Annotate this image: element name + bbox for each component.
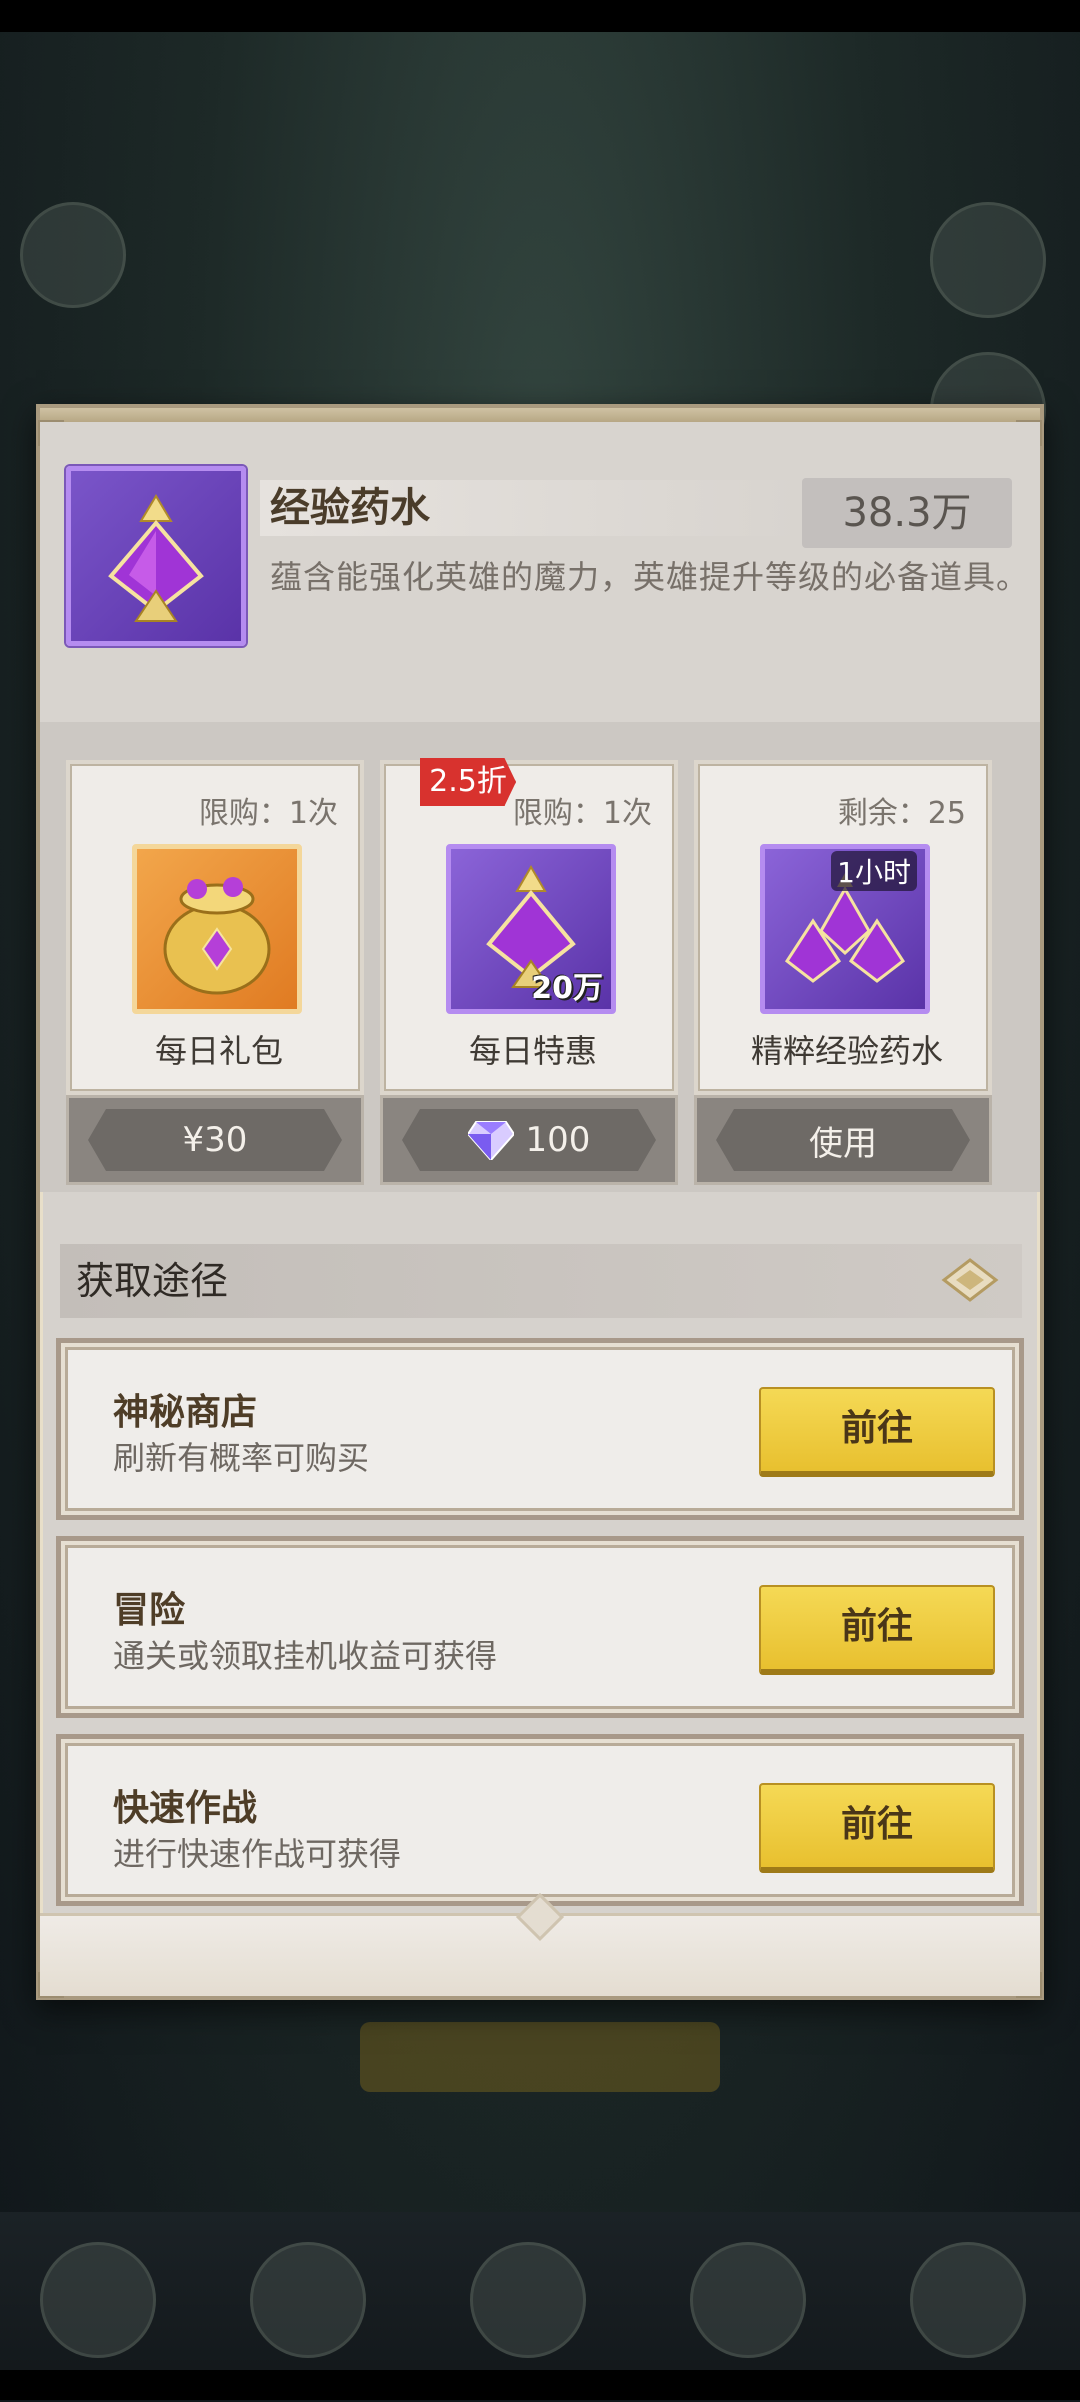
gold-bag-icon (132, 844, 302, 1014)
go-button[interactable]: 前往 (759, 1585, 995, 1675)
go-button[interactable]: 前往 (759, 1783, 995, 1873)
bg-gold-button (360, 2022, 720, 2092)
item-detail-dialog: 经验药水 38.3万 蕴含能强化英雄的魔力，英雄提升等级的必备道具。 限购：1次 (36, 404, 1044, 2000)
route-subtitle: 进行快速作战可获得 (113, 1835, 402, 1873)
buy-button[interactable]: 100 (380, 1095, 678, 1185)
purple-potion-icon (66, 466, 246, 646)
route-mystery-shop: 神秘商店 刷新有概率可购买 前往 (56, 1338, 1024, 1520)
triple-potion-icon: 1小时 (760, 844, 930, 1014)
card-name: 每日特惠 (468, 1032, 597, 1070)
item-title: 经验药水 (270, 485, 430, 531)
bg-nav-icon (250, 2242, 366, 2358)
icon-quantity: 20万 (531, 971, 603, 1006)
route-adventure: 冒险 通关或领取挂机收益可获得 前往 (56, 1536, 1024, 1718)
use-label: 使用 (809, 1123, 877, 1164)
diamond-icon (468, 1120, 514, 1160)
route-quick-battle: 快速作战 进行快速作战可获得 前往 (56, 1734, 1024, 1906)
bg-gear-icon (930, 202, 1046, 318)
route-title: 神秘商店 (113, 1392, 258, 1433)
route-title: 冒险 (113, 1590, 186, 1631)
dialog-top-border (40, 408, 1040, 422)
dialog-footer (40, 1892, 1040, 1996)
card-body: 限购：1次 每日礼包 (66, 760, 364, 1095)
duration-badge: 1小时 (831, 851, 917, 891)
acquire-title: 获取途径 (76, 1259, 229, 1303)
nav-gesture-bar (0, 2370, 1080, 2400)
route-subtitle: 通关或领取挂机收益可获得 (113, 1637, 498, 1675)
item-description: 蕴含能强化英雄的魔力，英雄提升等级的必备道具。 (270, 558, 1030, 596)
bg-avatar-icon (20, 202, 126, 308)
status-bar (0, 0, 1080, 32)
bg-nav-icon (690, 2242, 806, 2358)
purple-potion-icon: 20万 (446, 844, 616, 1014)
remaining-count: 剩余：25 (837, 796, 966, 831)
item-header: 经验药水 38.3万 蕴含能强化英雄的魔力，英雄提升等级的必备道具。 (40, 422, 1040, 722)
purchase-limit: 限购：1次 (512, 796, 652, 831)
buy-button[interactable]: ¥30 (66, 1095, 364, 1185)
use-button[interactable]: 使用 (694, 1095, 992, 1185)
discount-badge: 2.5折 (420, 758, 516, 806)
card-name: 每日礼包 (154, 1032, 283, 1070)
price-label: ¥30 (182, 1120, 248, 1160)
shop-card-essence-potion[interactable]: 剩余：25 1小时 精粹经验药水 使用 (694, 760, 992, 1185)
bg-nav-icon (40, 2242, 156, 2358)
route-title: 快速作战 (113, 1788, 258, 1829)
shop-card-daily-special[interactable]: 限购：1次 20万 每日特惠 100 (380, 760, 678, 1185)
card-body: 剩余：25 1小时 精粹经验药水 (694, 760, 992, 1095)
item-count: 38.3万 (842, 490, 972, 536)
shop-cards: 限购：1次 每日礼包 ¥30 限购：1次 20万 每日特惠 100 剩余：25 … (40, 722, 1040, 1192)
collapse-diamond-icon[interactable] (940, 1256, 1000, 1304)
bg-nav-icon (470, 2242, 586, 2358)
card-name: 精粹经验药水 (750, 1032, 943, 1070)
purchase-limit: 限购：1次 (198, 796, 338, 831)
shop-card-daily-gift[interactable]: 限购：1次 每日礼包 ¥30 (66, 760, 364, 1185)
go-button[interactable]: 前往 (759, 1387, 995, 1477)
bg-nav-icon (910, 2242, 1026, 2358)
card-body: 限购：1次 20万 每日特惠 (380, 760, 678, 1095)
price-label: 100 (525, 1120, 591, 1160)
route-subtitle: 刷新有概率可购买 (113, 1439, 370, 1477)
